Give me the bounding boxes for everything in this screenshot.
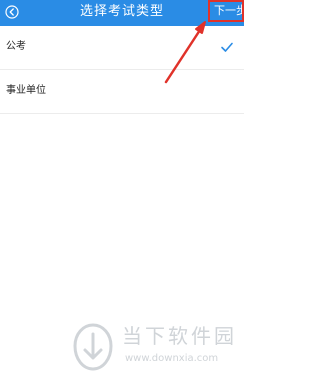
title-bar: 选择考试类型 下一步 (0, 0, 244, 26)
downxia-logo-icon (73, 323, 113, 371)
checkmark-icon (221, 42, 233, 52)
exam-type-item-gongkao[interactable]: 公考 (0, 26, 244, 70)
watermark-title: 当下软件园 (122, 324, 237, 348)
exam-type-item-shiye[interactable]: 事业单位 (0, 70, 244, 114)
exam-type-label: 事业单位 (6, 85, 46, 96)
watermark: 当下软件园 www.downxia.com (70, 322, 240, 382)
exam-type-list: 公考 事业单位 (0, 26, 244, 114)
back-button[interactable] (3, 3, 21, 21)
exam-type-label: 公考 (6, 41, 26, 52)
back-arrow-icon (5, 5, 19, 19)
next-step-button[interactable]: 下一步 (208, 0, 244, 22)
watermark-url: www.downxia.com (125, 353, 219, 364)
